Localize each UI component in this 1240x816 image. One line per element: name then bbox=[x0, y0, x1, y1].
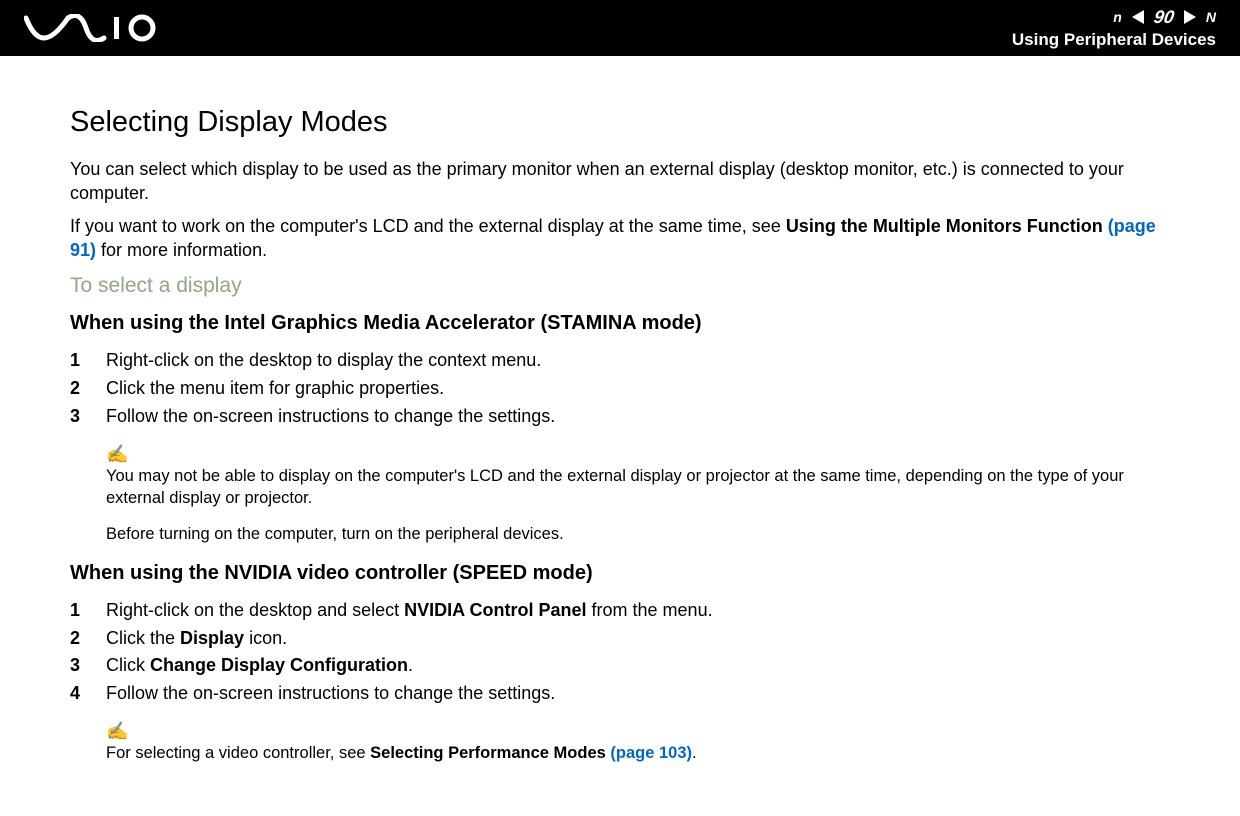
note-icon: ✍ bbox=[106, 722, 1170, 740]
next-page-arrow-icon[interactable] bbox=[1184, 10, 1196, 24]
note-icon: ✍ bbox=[106, 445, 1170, 463]
intro-paragraph-1: You can select which display to be used … bbox=[70, 157, 1170, 206]
mode1-steps: 1 Right-click on the desktop to display … bbox=[70, 347, 1170, 431]
step-number: 1 bbox=[70, 597, 106, 625]
nav-n-right: N bbox=[1206, 9, 1216, 25]
note-text-b: Before turning on the computer, turn on … bbox=[106, 523, 1170, 545]
section-title: Using Peripheral Devices bbox=[1012, 30, 1216, 50]
step-text: Follow the on-screen instructions to cha… bbox=[106, 680, 555, 708]
step-text: Click Change Display Configuration. bbox=[106, 652, 413, 680]
step-number: 2 bbox=[70, 625, 106, 653]
list-item: 3 Click Change Display Configuration. bbox=[70, 652, 1170, 680]
list-item: 2 Click the Display icon. bbox=[70, 625, 1170, 653]
step-text: Right-click on the desktop and select NV… bbox=[106, 597, 713, 625]
step-text: Click the Display icon. bbox=[106, 625, 287, 653]
step-number: 2 bbox=[70, 375, 106, 403]
step-text: Follow the on-screen instructions to cha… bbox=[106, 403, 555, 431]
page-nav: n 90 N bbox=[1113, 7, 1216, 28]
page-number: 90 bbox=[1152, 7, 1176, 28]
list-item: 1 Right-click on the desktop to display … bbox=[70, 347, 1170, 375]
intro2-bold: Using the Multiple Monitors Function bbox=[786, 216, 1108, 236]
step-number: 1 bbox=[70, 347, 106, 375]
intro2-text-c: for more information. bbox=[96, 240, 267, 260]
note-text: You may not be able to display on the co… bbox=[106, 465, 1170, 510]
prev-page-arrow-icon[interactable] bbox=[1132, 10, 1144, 24]
page-content: Selecting Display Modes You can select w… bbox=[0, 56, 1240, 764]
intro-paragraph-2: If you want to work on the computer's LC… bbox=[70, 214, 1170, 263]
note-text: For selecting a video controller, see Se… bbox=[106, 742, 1170, 764]
step-text: Click the menu item for graphic properti… bbox=[106, 375, 444, 403]
vaio-logo bbox=[24, 0, 164, 56]
list-item: 1 Right-click on the desktop and select … bbox=[70, 597, 1170, 625]
mode1-title: When using the Intel Graphics Media Acce… bbox=[70, 312, 1170, 335]
step-number: 3 bbox=[70, 652, 106, 680]
intro2-text-a: If you want to work on the computer's LC… bbox=[70, 216, 786, 236]
list-item: 3 Follow the on-screen instructions to c… bbox=[70, 403, 1170, 431]
step-number: 3 bbox=[70, 403, 106, 431]
step-number: 4 bbox=[70, 680, 106, 708]
list-item: 2 Click the menu item for graphic proper… bbox=[70, 375, 1170, 403]
list-item: 4 Follow the on-screen instructions to c… bbox=[70, 680, 1170, 708]
page-103-link[interactable]: (page 103) bbox=[610, 744, 692, 762]
nav-n-left: n bbox=[1113, 9, 1122, 25]
note-block-1: ✍ You may not be able to display on the … bbox=[106, 445, 1170, 546]
subheading: To select a display bbox=[70, 274, 1170, 298]
step-text: Right-click on the desktop to display th… bbox=[106, 347, 541, 375]
mode2-title: When using the NVIDIA video controller (… bbox=[70, 562, 1170, 585]
header-nav-block: n 90 N Using Peripheral Devices bbox=[1012, 7, 1216, 50]
mode2-steps: 1 Right-click on the desktop and select … bbox=[70, 597, 1170, 709]
header-bar: n 90 N Using Peripheral Devices bbox=[0, 0, 1240, 56]
page-title: Selecting Display Modes bbox=[70, 106, 1170, 139]
note-block-2: ✍ For selecting a video controller, see … bbox=[106, 722, 1170, 764]
